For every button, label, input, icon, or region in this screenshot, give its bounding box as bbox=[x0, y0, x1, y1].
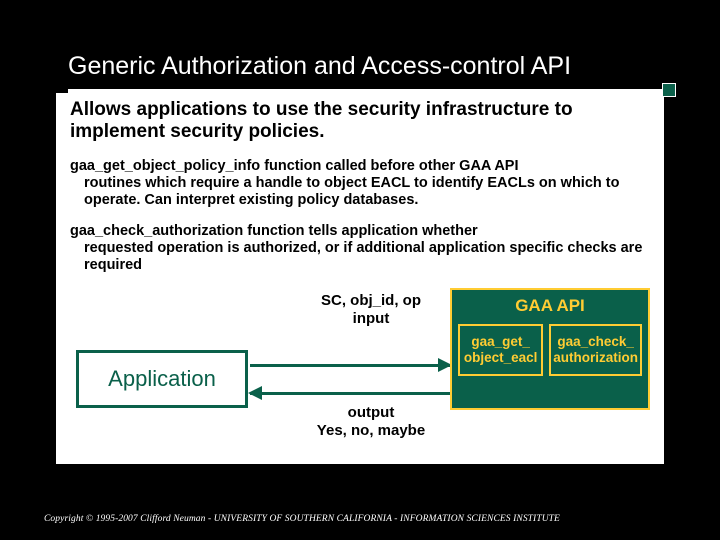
application-box: Application bbox=[76, 350, 248, 408]
cell1-l2: object_eacl bbox=[464, 350, 538, 365]
diagram: SC, obj_id, op input Application output … bbox=[70, 288, 654, 458]
input-label: SC, obj_id, op input bbox=[296, 292, 446, 327]
title-rule bbox=[0, 89, 720, 93]
rule-line bbox=[68, 89, 664, 93]
lead-paragraph: Allows applications to use the security … bbox=[70, 99, 654, 144]
p1-rest: function called before other GAA API bbox=[260, 158, 518, 174]
cell1-l1: gaa_get_ bbox=[471, 334, 530, 349]
slide-title: Generic Authorization and Access-control… bbox=[0, 0, 720, 89]
gaa-api-title: GAA API bbox=[452, 290, 648, 324]
gaa-get-object-eacl-cell: gaa_get_ object_eacl bbox=[458, 324, 543, 375]
rule-end-marker bbox=[662, 83, 676, 97]
cell2-l1: gaa_check_ bbox=[557, 334, 634, 349]
copyright-line: Copyright © 1995-2007 Clifford Neuman - … bbox=[44, 514, 560, 524]
arrow-left-icon bbox=[250, 392, 450, 395]
content-panel: Allows applications to use the security … bbox=[56, 93, 664, 464]
fn-name-1: gaa_get_object_policy_info bbox=[70, 158, 260, 174]
application-label: Application bbox=[108, 366, 216, 392]
output-label: output Yes, no, maybe bbox=[296, 404, 446, 439]
gaa-api-box: GAA API gaa_get_ object_eacl gaa_check_ … bbox=[450, 288, 650, 410]
p2-cont: requested operation is authorized, or if… bbox=[70, 240, 654, 274]
p1-cont: routines which require a handle to objec… bbox=[70, 175, 654, 209]
paragraph-policy-info: gaa_get_object_policy_info function call… bbox=[70, 158, 654, 209]
cell2-l2: authorization bbox=[553, 350, 638, 365]
input-l1: SC, obj_id, op bbox=[321, 292, 421, 309]
fn-name-2: gaa_check_authorization bbox=[70, 223, 243, 239]
gaa-api-row: gaa_get_ object_eacl gaa_check_ authoriz… bbox=[452, 324, 648, 375]
arrow-right-icon bbox=[250, 364, 450, 367]
output-l2: Yes, no, maybe bbox=[317, 422, 425, 439]
paragraph-check-auth: gaa_check_authorization function tells a… bbox=[70, 223, 654, 274]
input-l2: input bbox=[353, 310, 390, 327]
gaa-check-authorization-cell: gaa_check_ authorization bbox=[549, 324, 642, 375]
p2-rest: function tells application whether bbox=[243, 223, 477, 239]
output-l1: output bbox=[348, 404, 395, 421]
